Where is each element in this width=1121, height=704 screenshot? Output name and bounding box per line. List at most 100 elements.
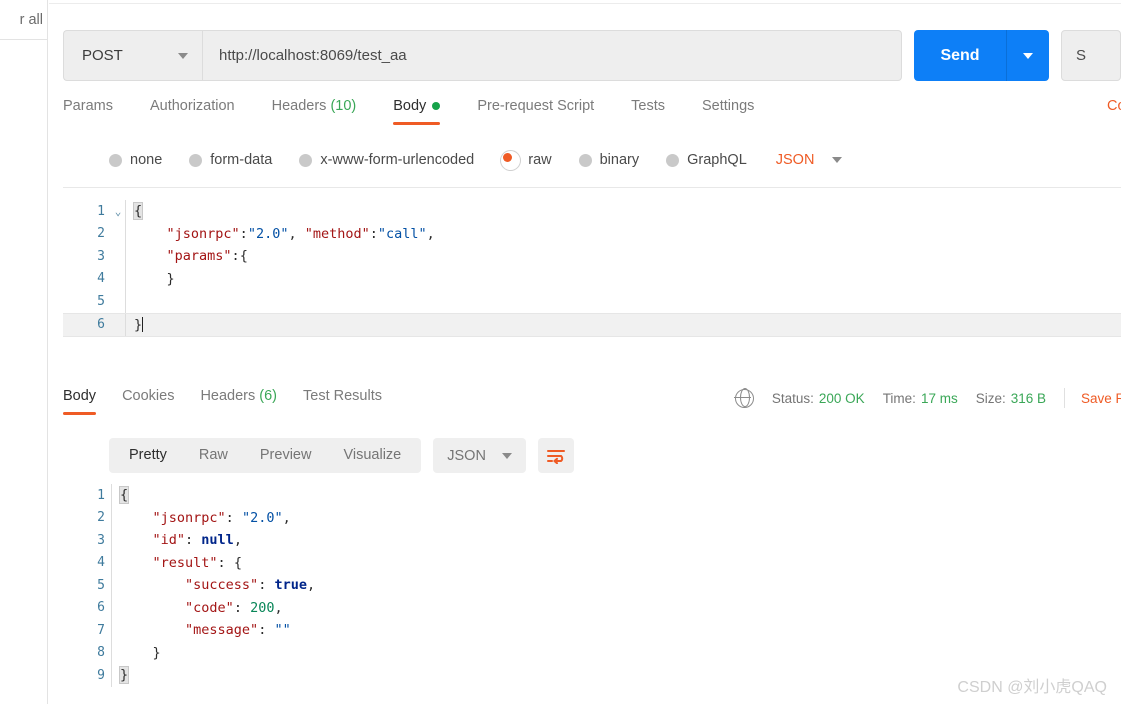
word-wrap-button[interactable] bbox=[537, 438, 574, 473]
request-tab-authorization[interactable]: Authorization bbox=[150, 98, 235, 125]
response-view-preview[interactable]: Preview bbox=[244, 438, 328, 473]
tab-label: Headers bbox=[200, 388, 256, 404]
response-tab-test-results[interactable]: Test Results bbox=[303, 388, 382, 415]
line-number: 4 bbox=[97, 271, 105, 287]
body-type-binary[interactable]: binary bbox=[578, 152, 639, 168]
globe-icon bbox=[734, 388, 754, 408]
response-tab-cookies[interactable]: Cookies bbox=[122, 388, 174, 415]
line-number: 7 bbox=[97, 622, 105, 638]
line-number: 5 bbox=[97, 293, 105, 309]
line-number: 1 bbox=[97, 487, 105, 503]
url-input[interactable]: http://localhost:8069/test_aa bbox=[202, 30, 902, 81]
response-view-toolbar: Pretty Raw Preview Visualize JSON bbox=[109, 438, 574, 473]
code-text: } bbox=[125, 267, 1121, 290]
request-tab-headers[interactable]: Headers (10) bbox=[272, 98, 357, 125]
body-type-label: form-data bbox=[210, 152, 273, 168]
radio-icon bbox=[189, 153, 203, 167]
radio-icon bbox=[109, 153, 122, 167]
code-token: "message" bbox=[185, 622, 259, 638]
code-token: "success" bbox=[185, 577, 259, 593]
code-token: "2.0" bbox=[241, 509, 283, 526]
code-token: { bbox=[132, 202, 144, 220]
code-line: 1 ⌄ { bbox=[63, 200, 1121, 223]
response-format-dropdown[interactable]: JSON bbox=[433, 438, 526, 473]
response-view-visualize[interactable]: Visualize bbox=[327, 438, 417, 473]
request-tab-tests[interactable]: Tests bbox=[631, 98, 665, 125]
code-token: "call" bbox=[377, 225, 427, 242]
line-number: 8 bbox=[97, 645, 105, 661]
url-value: http://localhost:8069/test_aa bbox=[219, 47, 407, 64]
code-text: "result": { bbox=[111, 551, 1121, 574]
body-type-graphql[interactable]: GraphQL bbox=[666, 152, 747, 168]
code-token: , bbox=[306, 577, 316, 593]
body-type-form-data[interactable]: form-data bbox=[189, 152, 272, 168]
request-tab-params[interactable]: Params bbox=[63, 98, 113, 125]
radio-icon bbox=[501, 150, 521, 170]
request-tab-body[interactable]: Body bbox=[393, 98, 441, 125]
request-tab-settings[interactable]: Settings bbox=[702, 98, 754, 125]
raw-format-dropdown[interactable]: JSON bbox=[776, 152, 843, 168]
code-token: : bbox=[258, 577, 275, 593]
body-type-raw[interactable]: raw bbox=[501, 150, 552, 170]
code-line: 2 "jsonrpc": "2.0", bbox=[63, 506, 1121, 529]
code-token: : bbox=[225, 509, 242, 526]
code-line: 3 "id": null, bbox=[63, 529, 1121, 552]
meta-divider bbox=[1064, 388, 1065, 408]
code-token: } bbox=[118, 666, 130, 684]
response-header: Body Cookies Headers (6) Test Results Statu… bbox=[63, 388, 1121, 422]
time-value: 17 ms bbox=[920, 390, 958, 406]
radio-icon bbox=[578, 153, 592, 167]
code-text: } bbox=[125, 313, 1121, 336]
response-body-editor[interactable]: 1{2 "jsonrpc": "2.0", 3 "id": null, 4 "res… bbox=[63, 484, 1121, 704]
code-token: "result" bbox=[152, 554, 218, 571]
code-token: : bbox=[239, 225, 248, 242]
request-body-editor[interactable]: 1 ⌄{2 "jsonrpc":"2.0", "method":"call", 3 … bbox=[63, 187, 1121, 372]
line-number: 5 bbox=[97, 577, 105, 593]
code-token: , bbox=[282, 509, 291, 526]
code-token: { bbox=[239, 248, 248, 264]
body-type-none[interactable]: none bbox=[109, 152, 162, 168]
code-text: } bbox=[111, 641, 1121, 664]
status-value: 200 OK bbox=[818, 390, 865, 406]
body-type-x-www-form-urlencoded[interactable]: x-www-form-urlencoded bbox=[299, 152, 474, 168]
request-tab-pre-request-script[interactable]: Pre-request Script bbox=[477, 98, 594, 125]
send-button[interactable]: Send bbox=[914, 30, 1006, 81]
code-line: 5 bbox=[63, 290, 1121, 313]
body-type-label: GraphQL bbox=[687, 152, 747, 168]
save-response-link[interactable]: Save R bbox=[1081, 391, 1121, 406]
code-line: 1{ bbox=[63, 484, 1121, 507]
fold-toggle-icon[interactable]: ⌄ bbox=[111, 205, 125, 218]
line-number: 2 bbox=[97, 510, 105, 526]
code-text: { bbox=[125, 200, 1121, 223]
code-line: 6 "code": 200, bbox=[63, 596, 1121, 619]
code-text: "jsonrpc": "2.0", bbox=[111, 506, 1121, 529]
code-token: : bbox=[258, 622, 275, 638]
code-token: } bbox=[166, 270, 175, 287]
response-tab-headers[interactable]: Headers (6) bbox=[200, 388, 277, 415]
body-type-label: x-www-form-urlencoded bbox=[320, 152, 475, 168]
url-bar: POST http://localhost:8069/test_aa Send … bbox=[63, 30, 1121, 81]
tab-label: Settings bbox=[702, 98, 755, 114]
request-code-area[interactable]: 1 ⌄{2 "jsonrpc":"2.0", "method":"call", 3 … bbox=[63, 200, 1121, 372]
response-view-raw[interactable]: Raw bbox=[183, 438, 244, 473]
response-format-label: JSON bbox=[447, 447, 486, 464]
response-view-pretty[interactable]: Pretty bbox=[113, 438, 183, 473]
chevron-down-icon bbox=[178, 52, 188, 59]
save-request-button[interactable]: S bbox=[1061, 30, 1121, 81]
code-token: , bbox=[288, 225, 305, 242]
line-number: 4 bbox=[97, 555, 105, 571]
send-button-group: Send bbox=[914, 30, 1049, 81]
status-label: Status: bbox=[771, 390, 814, 406]
http-method-dropdown[interactable]: POST bbox=[63, 30, 202, 81]
code-token: , bbox=[233, 532, 242, 548]
response-tab-body[interactable]: Body bbox=[63, 388, 97, 415]
tab-label: Body bbox=[63, 388, 97, 404]
send-options-button[interactable] bbox=[1006, 30, 1049, 81]
request-tabs: Params Authorization Headers (10) Body Pre-r… bbox=[63, 98, 1121, 132]
request-cookies-link[interactable]: Co bbox=[1107, 98, 1121, 114]
